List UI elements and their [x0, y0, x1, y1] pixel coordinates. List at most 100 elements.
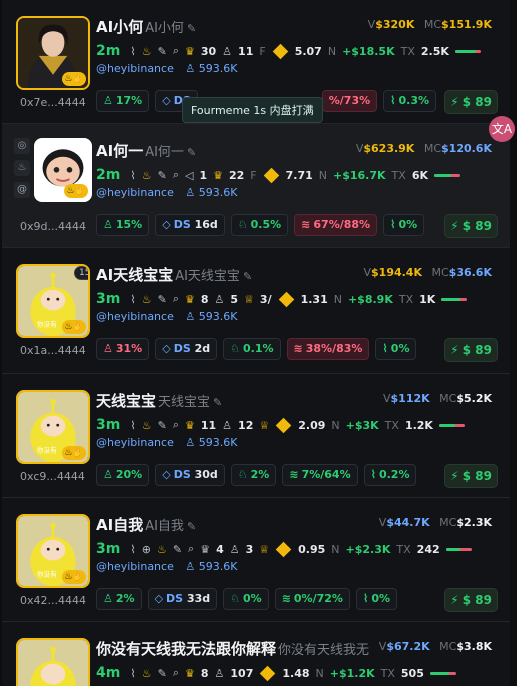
call-count: 1: [199, 168, 208, 182]
cook-badge: ♨✋: [62, 446, 86, 460]
pill-ds-label: DS: [173, 468, 191, 481]
buy-sell-bar: [434, 173, 460, 177]
token-title: AI小何 AI小何 ✎: [96, 16, 196, 37]
pill-dev-value: 0%: [243, 592, 262, 605]
quick-buy-button[interactable]: ⚡ $ 89: [444, 588, 498, 612]
pill-bundle[interactable]: ≋ 7%/64%: [282, 464, 358, 486]
pill-dev[interactable]: ♘ 2%: [230, 464, 277, 486]
pill-dexscreener[interactable]: ◇ DS 30d: [155, 464, 225, 486]
search-icon[interactable]: ⌕: [188, 542, 194, 556]
quick-buy-button[interactable]: ⚡ $ 89: [444, 90, 498, 114]
pill-top10[interactable]: ♙ 2%: [96, 588, 142, 610]
pill-bundle[interactable]: ≋ 38%/83%: [286, 338, 370, 360]
token-card[interactable]: 你没有天线我无法跟你解释 你没有天线我无 V$67.2K MC$3.8K 4m ⌇…: [2, 622, 510, 686]
token-card[interactable]: ◎ ♨ @ ♨✋ 0x9d...4444 AI何一 AI何一 ✎ V$623.9K …: [2, 124, 510, 248]
volume-label: V: [363, 266, 372, 279]
buy-sell-bar: [438, 423, 465, 427]
edit-icon[interactable]: ✎: [213, 396, 222, 409]
edit-icon[interactable]: ✎: [187, 22, 196, 35]
contract-address[interactable]: 0x1a...4444: [20, 344, 86, 357]
pill-sniper[interactable]: ⌇ 0%: [355, 588, 397, 610]
twitter-handle[interactable]: @heyibinance: [96, 62, 174, 75]
contract-address[interactable]: 0x9d...4444: [20, 220, 86, 233]
pill-dev[interactable]: ♘ 0.5%: [230, 214, 289, 236]
tx-label: TX: [398, 292, 414, 306]
pill-dev[interactable]: ♘ 0.1%: [223, 338, 281, 360]
token-name: AI自我: [96, 516, 144, 534]
tx-label: TX: [384, 418, 399, 432]
token-avatar[interactable]: 你没有 ♨✋: [16, 390, 90, 464]
note-icon: ✎: [157, 44, 167, 58]
pill-dev[interactable]: ♘ 0%: [223, 588, 269, 610]
pill-bundle[interactable]: ≋ 0%/72%: [274, 588, 350, 610]
contract-address[interactable]: 0xc9...4444: [20, 470, 85, 483]
pill-sniper[interactable]: ⌇ 0.2%: [363, 464, 417, 486]
translate-icon[interactable]: 文A: [489, 116, 515, 142]
marketcap-value: $2.3K: [456, 516, 492, 529]
n-label: N: [333, 292, 342, 306]
chef-icon[interactable]: ♨: [14, 160, 30, 176]
pill-top10[interactable]: ♙ 31%: [96, 338, 150, 360]
pill-bundle[interactable]: %/73%: [321, 90, 378, 112]
token-card[interactable]: 你没有 ♨✋ 0x42...4444 AI自我 AI自我 ✎ V$44.7K MC$…: [2, 498, 510, 622]
bnb-icon: [260, 665, 276, 681]
pill-sniper[interactable]: ⌇ 0%: [383, 214, 425, 236]
pill-top10[interactable]: ♙ 17%: [96, 90, 150, 112]
token-avatar[interactable]: 你没有 ♨✋: [16, 514, 90, 588]
pill-dexscreener[interactable]: ◇ DS 33d: [147, 588, 218, 610]
search-icon[interactable]: ⌕: [173, 292, 179, 306]
twitter-handle[interactable]: @heyibinance: [96, 310, 174, 323]
edit-icon[interactable]: ✎: [243, 270, 252, 283]
followers-count: 593.6K: [198, 186, 238, 199]
twitter-handle[interactable]: @heyibinance: [96, 186, 174, 199]
pill-sniper[interactable]: ⌇ 0.3%: [383, 90, 437, 112]
pill-ds-days: 16d: [194, 218, 218, 231]
bnb-icon: [263, 167, 279, 183]
edit-icon[interactable]: ✎: [187, 146, 196, 159]
net-flow: +$1.2K: [329, 666, 375, 680]
pill-top10[interactable]: ♙ 20%: [96, 464, 150, 486]
quick-buy-button[interactable]: ⚡ $ 89: [444, 464, 498, 488]
search-icon[interactable]: ⌕: [173, 44, 179, 58]
twitter-handle[interactable]: @heyibinance: [96, 560, 174, 573]
quick-buy-button[interactable]: ⚡ $ 89: [444, 214, 498, 238]
fee-value: 2.09: [298, 418, 326, 432]
search-icon[interactable]: ⌕: [173, 168, 179, 182]
user-icon: ♙: [214, 666, 225, 680]
pill-sniper[interactable]: ⌇ 0%: [375, 338, 417, 360]
token-avatar[interactable]: ♨✋: [34, 138, 92, 202]
edit-icon[interactable]: ✎: [187, 520, 196, 533]
tx-count: 6K: [411, 168, 428, 182]
pill-ds-label: DS: [173, 342, 191, 355]
buy-sell-bar: [429, 671, 456, 675]
quick-buy-button[interactable]: ⚡ $ 89: [444, 338, 498, 362]
hide-icon[interactable]: ◎: [14, 138, 30, 154]
tx-label: TX: [396, 542, 411, 556]
pill-bundle[interactable]: ≋ 67%/88%: [294, 214, 378, 236]
token-card[interactable]: 你没有 ♨✋ 15 0x1a...4444 AI天线宝宝 AI天线宝宝 ✎ V$19…: [2, 248, 510, 374]
token-card[interactable]: 你没有 ♨✋ 0xc9...4444 天线宝宝 天线宝宝 ✎ V$112K MC$5…: [2, 374, 510, 498]
twitter-handle[interactable]: @heyibinance: [96, 436, 174, 449]
pill-dexscreener[interactable]: ◇ DS 2d: [155, 338, 218, 360]
search-icon[interactable]: ⌕: [173, 418, 179, 432]
scrollbar[interactable]: [511, 0, 517, 686]
cook-icon: ♨: [141, 418, 152, 432]
pill-dexscreener[interactable]: ◇ DS 16d: [155, 214, 225, 236]
mention-icon[interactable]: @: [14, 182, 30, 198]
token-avatar[interactable]: ♨✋: [16, 16, 90, 90]
search-icon[interactable]: ⌕: [173, 666, 179, 680]
fee-value: 1.31: [300, 292, 328, 306]
token-avatar[interactable]: 你没有 ♨✋ 15: [16, 264, 90, 338]
net-flow: +$16.7K: [333, 168, 386, 182]
token-avatar[interactable]: [16, 638, 90, 686]
globe-icon[interactable]: ⊕: [142, 543, 151, 556]
pill-top10[interactable]: ♙ 15%: [96, 214, 150, 236]
cook-icon: ♨: [141, 292, 152, 306]
svg-text:你没有: 你没有: [37, 570, 57, 579]
stats-row: 3m ⌇ ♨ ✎ ⌕ ♛ 11 ♙ 12 ♕ 2.09 N +$3K TX 1.2K: [96, 416, 496, 434]
user-icon: ♙: [222, 418, 233, 432]
contract-address[interactable]: 0x7e...4444: [20, 96, 86, 109]
note-icon: ✎: [157, 168, 167, 182]
contract-address[interactable]: 0x42...4444: [20, 594, 86, 607]
pill-sniper-value: 0%: [371, 592, 390, 605]
